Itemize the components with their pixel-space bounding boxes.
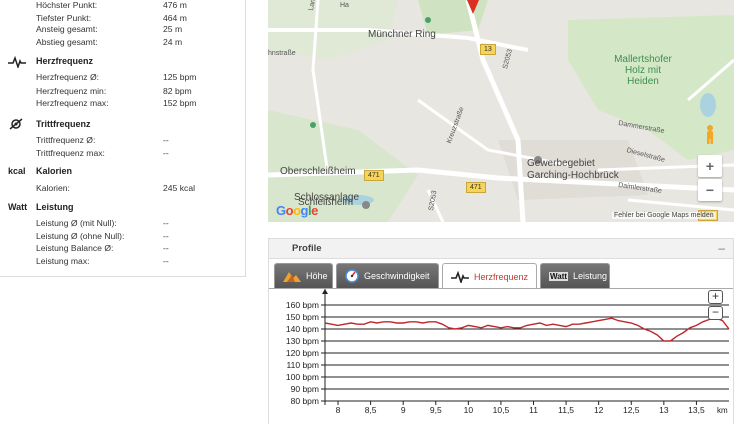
- pegman-icon[interactable]: [703, 124, 717, 144]
- stat-row-power-balance: Leistung Balance Ø: --: [36, 243, 169, 253]
- heartbeat-icon: [8, 55, 34, 69]
- x-tick-label: 11,5: [558, 405, 574, 415]
- stat-row-kcal: Kalorien: 245 kcal: [36, 183, 196, 193]
- map-label-oberschleissheim: Oberschleißheim: [280, 166, 356, 177]
- tab-herzfrequenz[interactable]: Herzfrequenz: [442, 263, 537, 289]
- stat-row-descent: Abstieg gesamt: 24 m: [36, 37, 183, 47]
- map-label-garching: Garching-Hochbrück: [527, 170, 619, 181]
- section-title-heart: Herzfrequenz: [36, 56, 94, 66]
- kcal-icon: kcal: [8, 166, 26, 176]
- tab-leistung[interactable]: Watt Leistung: [540, 263, 610, 288]
- watt-icon: Watt: [8, 202, 28, 212]
- map-view[interactable]: Münchner Ring Landshuter Str. hnstraße K…: [268, 0, 734, 222]
- profile-header: Profile –: [269, 239, 733, 259]
- y-tick-label: 160 bpm: [286, 300, 319, 310]
- cadence-icon: [8, 117, 34, 131]
- profile-panel: Profile – Höhe Geschwindigkeit Herzfrequ…: [268, 238, 734, 424]
- stat-row-power-avg-nonzero: Leistung Ø (ohne Null): --: [36, 231, 169, 241]
- x-tick-label: 10,5: [493, 405, 510, 415]
- stat-row-highest: Höchster Punkt: 476 m: [36, 0, 187, 10]
- y-tick-label: 90 bpm: [291, 384, 319, 394]
- stat-row-hr-min: Herzfrequenz min: 82 bpm: [36, 86, 192, 96]
- y-axis-arrow: [322, 289, 328, 294]
- section-title-cadence: Trittfrequenz: [36, 119, 91, 129]
- x-tick-label: 9: [401, 405, 406, 415]
- x-unit-label: km: [717, 406, 728, 415]
- road-shield-13: 13: [480, 44, 496, 55]
- x-tick-label: 13: [659, 405, 669, 415]
- y-tick-label: 110 bpm: [287, 360, 319, 370]
- x-tick-label: 12: [594, 405, 604, 415]
- stat-row-hr-max: Herzfrequenz max: 152 bpm: [36, 98, 197, 108]
- map-label-mallertshofer: Mallertshofer Holz mit Heiden: [614, 54, 672, 87]
- tab-leistung-label: Leistung: [573, 271, 608, 281]
- map-background: [268, 0, 734, 222]
- stat-row-power-avg-zero: Leistung Ø (mit Null): --: [36, 218, 169, 228]
- map-attribution-link[interactable]: Fehler bei Google Maps melden: [612, 212, 716, 219]
- chart-zoom-in-button[interactable]: +: [708, 290, 723, 304]
- power-icon: Watt: [549, 271, 569, 281]
- y-tick-label: 80 bpm: [291, 396, 319, 406]
- tab-geschwindigkeit[interactable]: Geschwindigkeit: [336, 263, 439, 288]
- google-logo: Google: [276, 203, 318, 218]
- tab-geschwindigkeit-label: Geschwindigkeit: [364, 271, 430, 281]
- x-tick-label: 12,5: [623, 405, 640, 415]
- x-tick-label: 8,5: [365, 405, 377, 415]
- x-tick-label: 10: [464, 405, 474, 415]
- profile-title: Profile: [292, 243, 322, 254]
- map-label-ha: Ha: [340, 2, 349, 9]
- map-label-gewerbegebiet: Gewerbegebiet: [527, 158, 595, 169]
- map-zoom-in-button[interactable]: +: [698, 155, 722, 177]
- section-title-power: Leistung: [36, 202, 74, 212]
- heart-rate-chart[interactable]: 80 bpm 90 bpm 100 bpm 110 bpm 120 bpm 130 bpm…: [269, 288, 733, 424]
- profile-collapse-button[interactable]: –: [718, 241, 725, 255]
- tab-hoehe-label: Höhe: [306, 271, 328, 281]
- x-tick-label: 9,5: [430, 405, 442, 415]
- tab-hoehe[interactable]: Höhe: [274, 263, 333, 288]
- y-tick-label: 150 bpm: [286, 312, 319, 322]
- stats-panel: Höchster Punkt: 476 m Tiefster Punkt: 464 …: [0, 0, 246, 277]
- heart-rate-chart-svg: 80 bpm 90 bpm 100 bpm 110 bpm 120 bpm 130 bpm…: [286, 289, 730, 415]
- map-zoom-out-button[interactable]: −: [698, 179, 722, 201]
- section-title-calories: Kalorien: [36, 166, 73, 176]
- stat-row-ascent: Ansteig gesamt: 25 m: [36, 24, 183, 34]
- road-shield-471-b: 471: [466, 182, 486, 193]
- y-tick-label: 130 bpm: [286, 336, 319, 346]
- y-tick-label: 100 bpm: [286, 372, 319, 382]
- tab-herzfrequenz-label: Herzfrequenz: [474, 271, 529, 282]
- x-tick-label: 11: [529, 405, 538, 415]
- elevation-icon: [283, 270, 301, 282]
- stat-row-hr-avg: Herzfrequenz Ø: 125 bpm: [36, 72, 197, 82]
- stat-row-lowest: Tiefster Punkt: 464 m: [36, 13, 187, 23]
- y-tick-label: 120 bpm: [286, 348, 319, 358]
- stat-row-power-max: Leistung max: --: [36, 256, 169, 266]
- map-label-rahnstrasse: hnstraße: [268, 50, 296, 57]
- x-tick-label: 13,5: [688, 405, 705, 415]
- chart-zoom-out-button[interactable]: −: [708, 306, 723, 320]
- speedometer-icon: [345, 269, 359, 283]
- heart-rate-series-line: [324, 317, 730, 342]
- y-tick-label: 140 bpm: [286, 324, 319, 334]
- stat-row-cad-max: Trittfrequenz max: --: [36, 148, 169, 158]
- road-shield-471-a: 471: [364, 170, 384, 181]
- stat-row-cad-avg: Trittfrequenz Ø: --: [36, 135, 169, 145]
- x-tick-label: 8: [336, 405, 341, 415]
- heartbeat-icon: [451, 270, 469, 283]
- map-label-muenchner-ring: Münchner Ring: [368, 29, 436, 40]
